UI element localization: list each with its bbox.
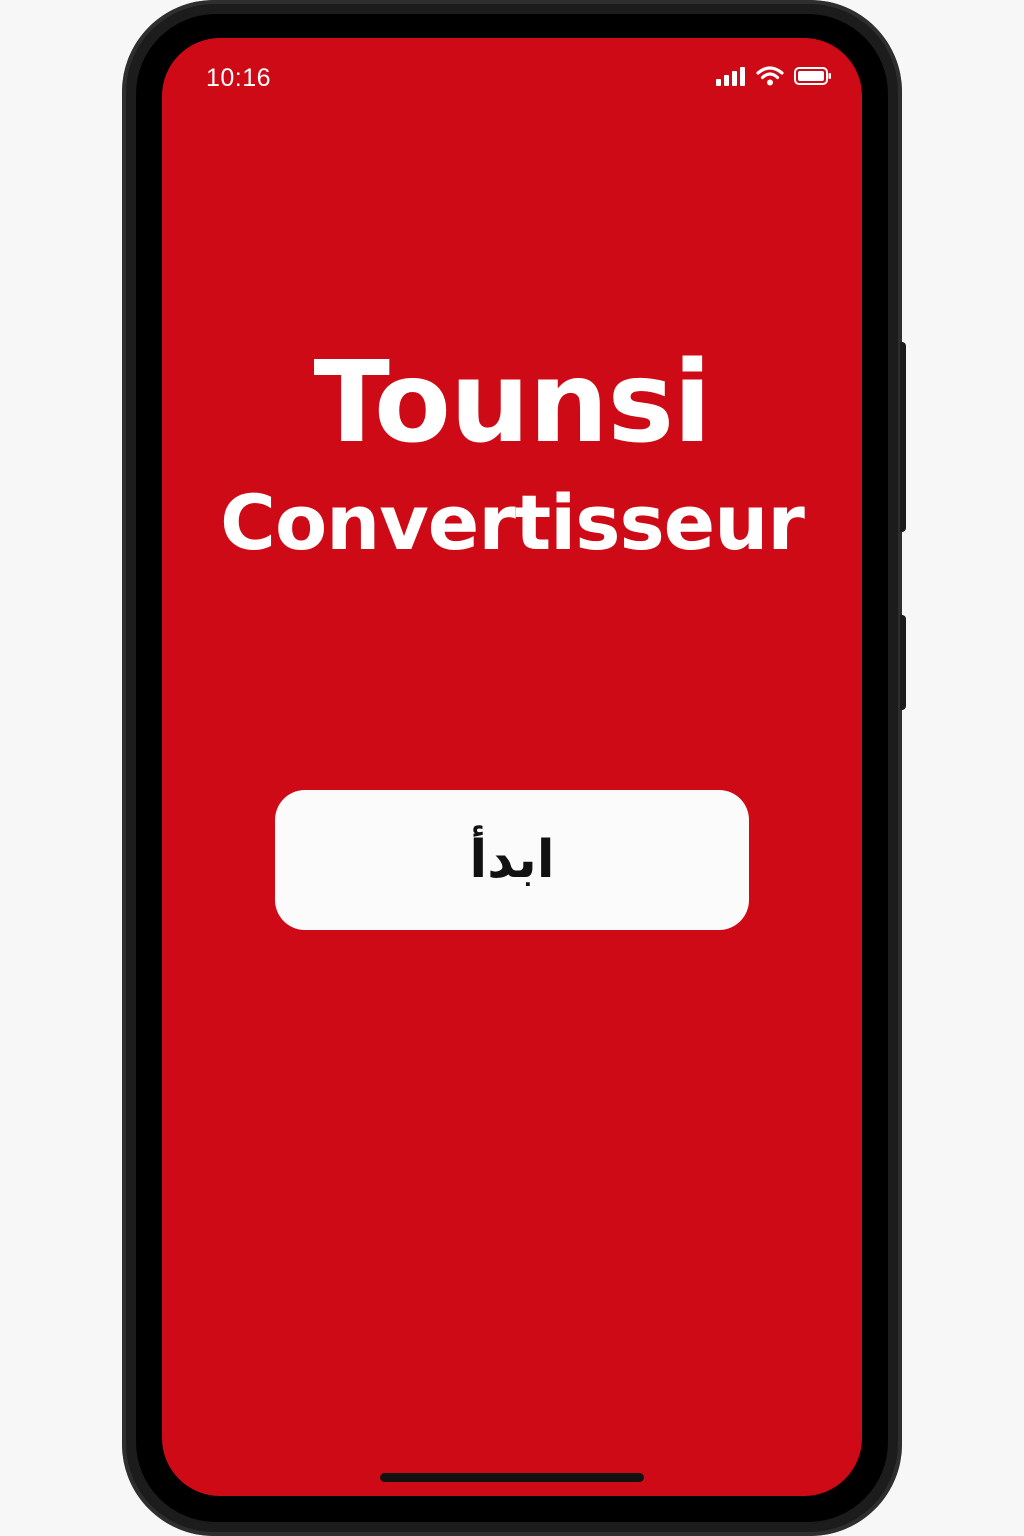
- home-indicator[interactable]: [380, 1473, 644, 1482]
- app-title-line-1: Tounsi: [313, 338, 712, 468]
- start-button[interactable]: ابدأ: [275, 790, 749, 930]
- signal-icon: [716, 66, 746, 91]
- app-title-line-2: Convertisseur: [220, 478, 805, 567]
- app-screen: 10:16 Tounsi Convertisseur ابدأ: [162, 38, 862, 1496]
- status-icons: [716, 65, 832, 91]
- status-time: 10:16: [206, 64, 272, 92]
- status-bar: 10:16: [162, 38, 862, 118]
- battery-icon: [794, 66, 832, 91]
- volume-button: [900, 342, 906, 532]
- app-title: Tounsi Convertisseur: [162, 338, 862, 578]
- wifi-icon: [756, 65, 784, 91]
- power-button: [900, 615, 906, 710]
- start-button-label: ابدأ: [469, 830, 555, 890]
